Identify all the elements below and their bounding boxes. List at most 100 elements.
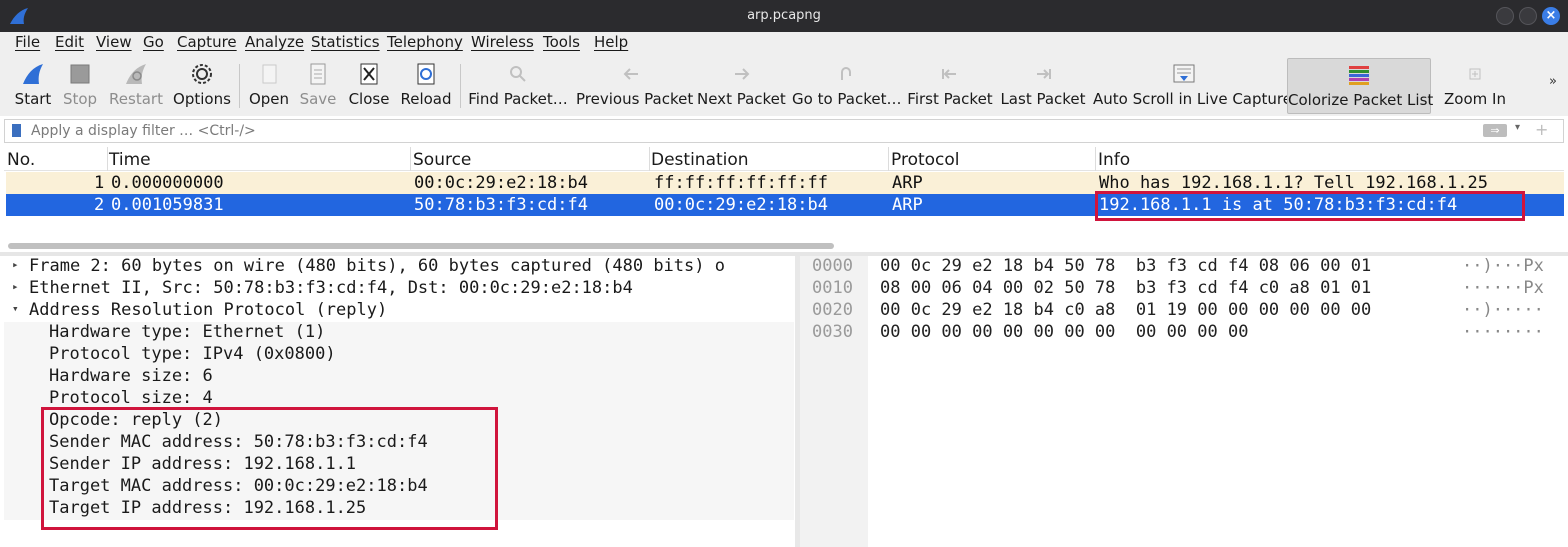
zoom-in-button[interactable]: Zoom In — [1441, 58, 1509, 114]
stop-square-icon — [70, 64, 90, 84]
open-file-button[interactable]: Open — [246, 58, 292, 114]
info-highlight-box — [1095, 191, 1525, 221]
expand-arrow-icon[interactable]: ▸ — [12, 280, 19, 293]
tree-item-frame[interactable]: ▸ Frame 2: 60 bytes on wire (480 bits), … — [4, 256, 794, 278]
start-capture-button[interactable]: Start — [8, 58, 58, 114]
tree-field[interactable]: Hardware type: Ethernet (1) — [4, 322, 794, 344]
packet-no: 2 — [94, 195, 105, 215]
reload-doc-icon — [417, 63, 435, 85]
menu-file[interactable]: File — [15, 33, 40, 51]
bytes-row[interactable]: 0020 00 0c 29 e2 18 b4 c0 a8 01 19 00 00… — [800, 300, 1568, 322]
bookmark-icon[interactable] — [12, 124, 21, 137]
goto-icon — [841, 67, 851, 80]
go-to-packet-button[interactable]: Go to Packet… — [792, 58, 901, 114]
next-packet-button[interactable]: Next Packet — [697, 58, 786, 114]
packet-time: 0.001059831 — [111, 195, 224, 215]
chevron-down-icon[interactable]: ▾ — [1515, 122, 1520, 133]
add-filter-button[interactable]: + — [1535, 120, 1548, 139]
menu-bar: File Edit View Go Capture Analyze Statis… — [0, 32, 1568, 56]
toolbar-separator — [460, 64, 461, 108]
restart-capture-button[interactable]: Restart — [106, 58, 166, 114]
close-doc-icon — [360, 63, 378, 85]
last-packet-button[interactable]: Last Packet — [1000, 58, 1086, 114]
packet-info: Who has 192.168.1.1? Tell 192.168.1.25 — [1099, 173, 1488, 193]
menu-analyze[interactable]: Analyze — [245, 33, 304, 51]
packet-time: 0.000000000 — [111, 173, 224, 193]
gear-icon — [192, 64, 212, 84]
bytes-row[interactable]: 0000 00 0c 29 e2 18 b4 50 78 b3 f3 cd f4… — [800, 256, 1568, 278]
expand-arrow-icon[interactable]: ▸ — [12, 258, 19, 271]
arrow-right-icon — [735, 68, 750, 80]
column-divider[interactable] — [888, 147, 889, 171]
first-packet-button[interactable]: First Packet — [907, 58, 993, 114]
packet-protocol: ARP — [892, 195, 923, 215]
column-divider[interactable] — [649, 147, 650, 171]
bytes-row[interactable]: 0010 08 00 06 04 00 02 50 78 b3 f3 cd f4… — [800, 278, 1568, 300]
zoom-in-icon — [1469, 68, 1481, 80]
bytes-row[interactable]: 0030 00 00 00 00 00 00 00 00 00 00 00 00… — [800, 322, 1568, 344]
packet-no: 1 — [94, 173, 105, 193]
column-info[interactable]: Info — [1098, 150, 1130, 170]
capture-options-button[interactable]: Options — [172, 58, 232, 114]
close-icon: × — [1545, 8, 1557, 23]
save-doc-icon — [310, 63, 326, 85]
packet-list-header: No. Time Source Destination Protocol Inf… — [4, 147, 1564, 171]
display-filter-input[interactable]: Apply a display filter … <Ctrl-/> — [31, 123, 256, 139]
previous-packet-button[interactable]: Previous Packet — [576, 58, 693, 114]
tree-field[interactable]: Hardware size: 6 — [4, 366, 794, 388]
main-toolbar: Start Stop Restart Options Open Save Clo… — [0, 56, 1568, 116]
find-packet-button[interactable]: Find Packet… — [468, 58, 568, 114]
collapse-arrow-icon[interactable]: ▾ — [12, 302, 19, 315]
tree-field[interactable]: Protocol type: IPv4 (0x0800) — [4, 344, 794, 366]
packet-destination: 00:0c:29:e2:18:b4 — [654, 195, 828, 215]
open-doc-icon — [262, 64, 277, 84]
packet-protocol: ARP — [892, 173, 923, 193]
horizontal-scrollbar[interactable] — [8, 243, 834, 249]
first-icon — [942, 69, 956, 79]
menu-capture[interactable]: Capture — [177, 33, 237, 51]
menu-statistics[interactable]: Statistics — [311, 33, 380, 51]
toolbar-separator — [239, 64, 240, 108]
column-time[interactable]: Time — [109, 150, 151, 170]
menu-go[interactable]: Go — [143, 33, 164, 51]
column-divider[interactable] — [107, 147, 108, 171]
menu-wireless[interactable]: Wireless — [471, 33, 534, 51]
autoscroll-icon — [1173, 64, 1195, 83]
toolbar-overflow-button[interactable]: » — [1549, 74, 1557, 89]
close-window-button[interactable]: × — [1542, 7, 1560, 25]
tree-item-arp[interactable]: ▾ Address Resolution Protocol (reply) — [4, 300, 794, 322]
menu-view[interactable]: View — [96, 33, 132, 51]
arrow-left-icon — [623, 68, 638, 80]
colorize-packet-list-button[interactable]: Colorize Packet List — [1287, 58, 1433, 114]
packet-bytes-pane: 0000 00 0c 29 e2 18 b4 50 78 b3 f3 cd f4… — [800, 256, 1568, 547]
tree-item-ethernet[interactable]: ▸ Ethernet II, Src: 50:78:b3:f3:cd:f4, D… — [4, 278, 794, 300]
column-source[interactable]: Source — [413, 150, 471, 170]
menu-telephony[interactable]: Telephony — [387, 33, 463, 51]
last-icon — [1037, 69, 1051, 79]
packet-destination: ff:ff:ff:ff:ff:ff — [654, 173, 828, 193]
menu-tools[interactable]: Tools — [543, 33, 580, 51]
save-file-button[interactable]: Save — [296, 58, 340, 114]
stop-capture-button[interactable]: Stop — [58, 58, 102, 114]
close-file-button[interactable]: Close — [344, 58, 394, 114]
menu-edit[interactable]: Edit — [55, 33, 84, 51]
column-divider[interactable] — [410, 147, 411, 171]
apply-filter-button[interactable]: ⇒ — [1483, 124, 1507, 137]
window-title: arp.pcapng — [747, 8, 821, 23]
maximize-button[interactable] — [1519, 7, 1537, 25]
menu-help[interactable]: Help — [594, 33, 628, 51]
column-protocol[interactable]: Protocol — [891, 150, 960, 170]
packet-source: 00:0c:29:e2:18:b4 — [414, 173, 588, 193]
search-icon — [510, 66, 526, 82]
reload-file-button[interactable]: Reload — [400, 58, 452, 114]
column-destination[interactable]: Destination — [651, 150, 749, 170]
auto-scroll-button[interactable]: Auto Scroll in Live Capture — [1093, 58, 1292, 114]
colorize-icon — [1349, 66, 1369, 85]
minimize-button[interactable] — [1496, 7, 1514, 25]
column-divider[interactable] — [1095, 147, 1096, 171]
column-no[interactable]: No. — [7, 150, 35, 170]
restart-fin-icon — [126, 64, 146, 84]
packet-source: 50:78:b3:f3:cd:f4 — [414, 195, 588, 215]
shark-fin-start-icon — [23, 64, 43, 84]
display-filter-bar[interactable]: Apply a display filter … <Ctrl-/> ⇒ ▾ + — [4, 119, 1564, 143]
